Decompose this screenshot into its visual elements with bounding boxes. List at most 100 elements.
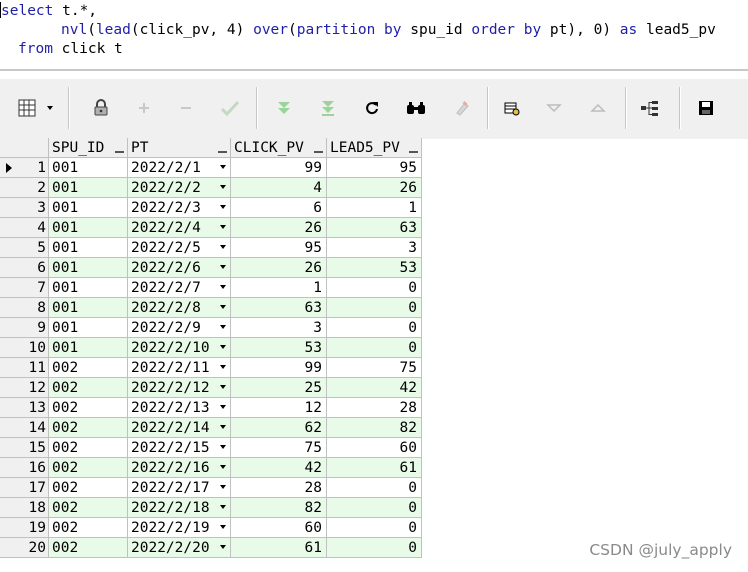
row-number[interactable]: 10: [0, 338, 49, 358]
dropdown-arrow-icon[interactable]: [220, 265, 226, 269]
cell-pt[interactable]: 2022/2/7: [128, 278, 231, 298]
editor-splitter[interactable]: [0, 69, 748, 71]
row-number[interactable]: 2: [0, 178, 49, 198]
row-number[interactable]: 13: [0, 398, 49, 418]
column-header-spu-id[interactable]: SPU_ID: [49, 138, 128, 158]
tree-view-icon[interactable]: [636, 93, 666, 123]
check-icon[interactable]: [215, 93, 245, 123]
cell-lead5-pv[interactable]: 61: [327, 458, 422, 478]
cell-lead5-pv[interactable]: 60: [327, 438, 422, 458]
cell-pt[interactable]: 2022/2/14: [128, 418, 231, 438]
cell-lead5-pv[interactable]: 0: [327, 538, 422, 558]
cell-lead5-pv[interactable]: 95: [327, 158, 422, 178]
dropdown-arrow-icon[interactable]: [220, 545, 226, 549]
cell-lead5-pv[interactable]: 0: [327, 478, 422, 498]
table-row[interactable]: 5 001 2022/2/5 95 3: [0, 238, 422, 258]
cell-pt[interactable]: 2022/2/8: [128, 298, 231, 318]
cell-spu-id[interactable]: 001: [49, 218, 128, 238]
dropdown-arrow-icon[interactable]: [220, 165, 226, 169]
cell-pt[interactable]: 2022/2/20: [128, 538, 231, 558]
cell-pt[interactable]: 2022/2/15: [128, 438, 231, 458]
table-row[interactable]: 7 001 2022/2/7 1 0: [0, 278, 422, 298]
cell-lead5-pv[interactable]: 26: [327, 178, 422, 198]
cell-click-pv[interactable]: 61: [231, 538, 327, 558]
cell-click-pv[interactable]: 75: [231, 438, 327, 458]
cell-lead5-pv[interactable]: 42: [327, 378, 422, 398]
cell-click-pv[interactable]: 53: [231, 338, 327, 358]
row-number[interactable]: 15: [0, 438, 49, 458]
cell-click-pv[interactable]: 4: [231, 178, 327, 198]
cell-click-pv[interactable]: 82: [231, 498, 327, 518]
row-number[interactable]: 7: [0, 278, 49, 298]
cell-spu-id[interactable]: 001: [49, 318, 128, 338]
cell-pt[interactable]: 2022/2/16: [128, 458, 231, 478]
row-number[interactable]: 9: [0, 318, 49, 338]
cell-spu-id[interactable]: 001: [49, 298, 128, 318]
cell-pt[interactable]: 2022/2/3: [128, 198, 231, 218]
cell-spu-id[interactable]: 001: [49, 278, 128, 298]
cell-lead5-pv[interactable]: 53: [327, 258, 422, 278]
dropdown-arrow-icon[interactable]: [220, 325, 226, 329]
find-icon[interactable]: [401, 93, 431, 123]
cell-click-pv[interactable]: 25: [231, 378, 327, 398]
cell-pt[interactable]: 2022/2/12: [128, 378, 231, 398]
row-number[interactable]: 6: [0, 258, 49, 278]
row-number[interactable]: 3: [0, 198, 49, 218]
cell-spu-id[interactable]: 002: [49, 438, 128, 458]
table-row[interactable]: 4 001 2022/2/4 26 63: [0, 218, 422, 238]
dropdown-arrow-icon[interactable]: [220, 425, 226, 429]
cell-spu-id[interactable]: 002: [49, 458, 128, 478]
cell-click-pv[interactable]: 28: [231, 478, 327, 498]
row-number[interactable]: 5: [0, 238, 49, 258]
table-row[interactable]: 10 001 2022/2/10 53 0: [0, 338, 422, 358]
table-row[interactable]: 3 001 2022/2/3 6 1: [0, 198, 422, 218]
row-number[interactable]: 11: [0, 358, 49, 378]
dropdown-arrow-icon[interactable]: [220, 285, 226, 289]
cell-spu-id[interactable]: 002: [49, 358, 128, 378]
row-number[interactable]: 1: [0, 158, 49, 178]
cell-pt[interactable]: 2022/2/4: [128, 218, 231, 238]
cell-pt[interactable]: 2022/2/1: [128, 158, 231, 178]
cell-lead5-pv[interactable]: 82: [327, 418, 422, 438]
dropdown-arrow-icon[interactable]: [42, 93, 58, 123]
remove-icon[interactable]: [171, 93, 201, 123]
table-row[interactable]: 8 001 2022/2/8 63 0: [0, 298, 422, 318]
cell-lead5-pv[interactable]: 28: [327, 398, 422, 418]
dropdown-arrow-icon[interactable]: [220, 485, 226, 489]
sort-descending-icon[interactable]: [539, 93, 569, 123]
refresh-icon[interactable]: [357, 93, 387, 123]
cell-spu-id[interactable]: 002: [49, 538, 128, 558]
dropdown-arrow-icon[interactable]: [220, 305, 226, 309]
cell-spu-id[interactable]: 001: [49, 238, 128, 258]
clear-icon[interactable]: [447, 93, 477, 123]
cell-lead5-pv[interactable]: 0: [327, 298, 422, 318]
cell-click-pv[interactable]: 99: [231, 158, 327, 178]
cell-spu-id[interactable]: 001: [49, 198, 128, 218]
cell-pt[interactable]: 2022/2/18: [128, 498, 231, 518]
table-row[interactable]: 20 002 2022/2/20 61 0: [0, 538, 422, 558]
fetch-all-icon[interactable]: [313, 93, 343, 123]
grid-view-icon[interactable]: [12, 93, 42, 123]
cell-lead5-pv[interactable]: 75: [327, 358, 422, 378]
cell-spu-id[interactable]: 001: [49, 178, 128, 198]
cell-lead5-pv[interactable]: 0: [327, 318, 422, 338]
row-number[interactable]: 14: [0, 418, 49, 438]
dropdown-arrow-icon[interactable]: [220, 405, 226, 409]
column-header-lead5-pv[interactable]: LEAD5_PV: [327, 138, 422, 158]
cell-click-pv[interactable]: 42: [231, 458, 327, 478]
cell-lead5-pv[interactable]: 0: [327, 278, 422, 298]
cell-lead5-pv[interactable]: 0: [327, 338, 422, 358]
table-row[interactable]: 13 002 2022/2/13 12 28: [0, 398, 422, 418]
row-number[interactable]: 8: [0, 298, 49, 318]
cell-click-pv[interactable]: 26: [231, 258, 327, 278]
row-number[interactable]: 4: [0, 218, 49, 238]
column-header-click-pv[interactable]: CLICK_PV: [231, 138, 327, 158]
table-row[interactable]: 18 002 2022/2/18 82 0: [0, 498, 422, 518]
cell-spu-id[interactable]: 002: [49, 398, 128, 418]
cell-pt[interactable]: 2022/2/5: [128, 238, 231, 258]
row-number[interactable]: 17: [0, 478, 49, 498]
cell-click-pv[interactable]: 26: [231, 218, 327, 238]
cell-lead5-pv[interactable]: 63: [327, 218, 422, 238]
dropdown-arrow-icon[interactable]: [220, 245, 226, 249]
cell-click-pv[interactable]: 3: [231, 318, 327, 338]
